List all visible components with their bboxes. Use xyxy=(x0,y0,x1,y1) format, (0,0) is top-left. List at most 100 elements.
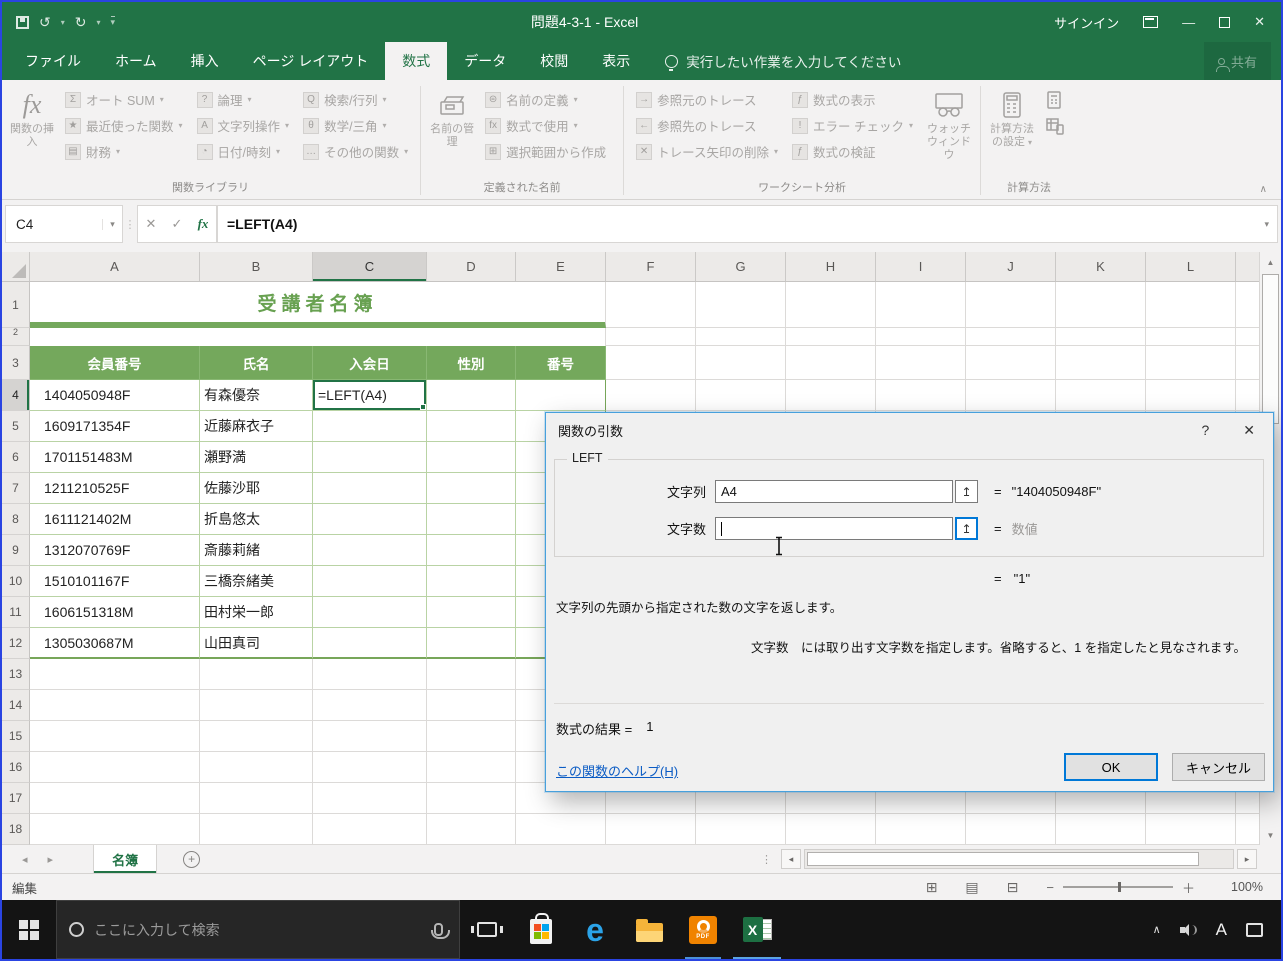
tell-me-box[interactable]: 実行したい作業を入力してください xyxy=(665,42,901,80)
fill-handle[interactable] xyxy=(420,404,426,410)
cell-member-id[interactable]: 1305030687M xyxy=(30,628,200,659)
cell-name[interactable]: 有森優奈 xyxy=(200,380,313,411)
cell[interactable] xyxy=(313,690,427,721)
cell-member-id[interactable]: 1510101167F xyxy=(30,566,200,597)
column-header[interactable]: H xyxy=(786,252,876,281)
calculate-now-button[interactable] xyxy=(1045,88,1065,111)
row-header[interactable]: 11 xyxy=(2,597,30,628)
close-button[interactable]: ✕ xyxy=(1254,14,1265,30)
task-view-button[interactable] xyxy=(460,900,514,959)
column-header[interactable]: G xyxy=(696,252,786,281)
sheet-title-cell[interactable]: 受講者名簿 xyxy=(30,282,606,328)
ribbon-tab[interactable]: 数式 xyxy=(385,42,447,80)
start-button[interactable] xyxy=(2,900,56,959)
cell[interactable] xyxy=(30,659,200,690)
ok-button[interactable]: OK xyxy=(1064,753,1158,781)
select-all-corner[interactable] xyxy=(2,252,30,281)
sheet-tab-active[interactable]: 名簿 xyxy=(93,845,157,873)
undo-dropdown-icon[interactable]: ▾ xyxy=(61,18,65,27)
vertical-scroll-thumb[interactable] xyxy=(1262,274,1279,424)
empty-merged-cell[interactable] xyxy=(30,328,606,346)
tab-splitter[interactable]: ⋮ xyxy=(761,853,772,866)
formula-input[interactable]: =LEFT(A4) ▾ xyxy=(217,205,1278,243)
table-header-cell[interactable]: 会員番号 xyxy=(30,346,200,380)
undo-icon[interactable]: ↺ xyxy=(39,14,51,31)
cell[interactable] xyxy=(427,752,516,783)
name-box[interactable]: C4 ▾ xyxy=(5,205,123,243)
customize-qat-icon[interactable]: ▾ xyxy=(111,16,116,28)
ribbon-button[interactable]: A文字列操作▾ xyxy=(197,114,290,137)
cell[interactable] xyxy=(427,442,516,473)
scroll-up-icon[interactable]: ▲ xyxy=(1260,252,1281,272)
ribbon-button[interactable]: ƒ数式の検証 xyxy=(792,140,913,163)
column-header[interactable]: K xyxy=(1056,252,1146,281)
restore-button[interactable] xyxy=(1219,17,1230,28)
cell[interactable] xyxy=(427,690,516,721)
row-header[interactable]: 9 xyxy=(2,535,30,566)
ribbon-button[interactable]: ƒ数式の表示 xyxy=(792,88,913,111)
ribbon-button[interactable]: ◔日付/時刻▾ xyxy=(197,140,290,163)
cell[interactable] xyxy=(313,597,427,628)
ribbon-button[interactable]: ←参照先のトレース xyxy=(636,114,778,137)
column-header[interactable]: L xyxy=(1146,252,1236,281)
file-explorer-button[interactable] xyxy=(622,900,676,959)
column-header[interactable]: B xyxy=(200,252,313,281)
cell-name[interactable]: 田村栄一郎 xyxy=(200,597,313,628)
ribbon-tab[interactable]: ホーム xyxy=(98,42,174,80)
cell[interactable] xyxy=(516,814,606,845)
cell[interactable] xyxy=(427,628,516,659)
hidden-icons-chevron[interactable]: ∧ xyxy=(1153,923,1161,936)
ribbon-button[interactable]: Σオート SUM▾ xyxy=(65,88,183,111)
cell[interactable] xyxy=(313,566,427,597)
column-header[interactable]: E xyxy=(516,252,606,281)
row-header[interactable]: 1 xyxy=(2,282,30,328)
grid-filler[interactable] xyxy=(606,282,1281,328)
save-icon[interactable] xyxy=(16,16,29,29)
range-picker-icon[interactable]: ↥ xyxy=(955,480,978,503)
active-cell-c4[interactable]: =LEFT(A4) xyxy=(313,380,427,411)
function-help-link[interactable]: この関数のヘルプ(H) xyxy=(556,761,678,780)
minimize-button[interactable]: — xyxy=(1182,15,1195,30)
cell[interactable] xyxy=(427,783,516,814)
ribbon-tab[interactable]: 表示 xyxy=(585,42,647,80)
cell[interactable] xyxy=(200,783,313,814)
ribbon-button[interactable]: fx数式で使用▾ xyxy=(485,114,611,137)
microphone-icon[interactable] xyxy=(434,923,443,936)
zoom-in-icon[interactable]: ＋ xyxy=(1182,878,1195,897)
cell[interactable] xyxy=(200,814,313,845)
range-picker-icon-focused[interactable]: ↥ xyxy=(955,517,978,540)
store-button[interactable] xyxy=(514,900,568,959)
cell-member-id[interactable]: 1606151318M xyxy=(30,597,200,628)
ribbon-tab[interactable]: データ xyxy=(447,42,523,80)
ribbon-button[interactable]: !エラー チェック▾ xyxy=(792,114,913,137)
ribbon-tab[interactable]: 校閲 xyxy=(523,42,585,80)
collapse-ribbon-icon[interactable]: ∧ xyxy=(1260,184,1267,195)
zoom-slider[interactable] xyxy=(1063,886,1173,888)
cell-name[interactable]: 折島悠太 xyxy=(200,504,313,535)
cell[interactable] xyxy=(427,814,516,845)
confirm-entry-icon[interactable]: ✓ xyxy=(164,216,190,232)
cell[interactable] xyxy=(313,504,427,535)
table-header-cell[interactable]: 番号 xyxy=(516,346,606,380)
cell[interactable] xyxy=(313,411,427,442)
row-header[interactable]: 16 xyxy=(2,752,30,783)
cancel-entry-icon[interactable]: ✕ xyxy=(138,216,164,232)
cell[interactable] xyxy=(427,380,516,411)
scroll-left-icon[interactable]: ◂ xyxy=(781,849,801,869)
taskbar-search-input[interactable]: ここに入力して検索 xyxy=(56,900,460,959)
cell[interactable] xyxy=(313,659,427,690)
page-layout-view-icon[interactable]: ▤ xyxy=(965,879,978,896)
ribbon-button[interactable]: θ数学/三角▾ xyxy=(303,114,408,137)
row-header[interactable]: 15 xyxy=(2,721,30,752)
ribbon-button[interactable]: ▤財務▾ xyxy=(65,140,183,163)
cell-name[interactable]: 斎藤莉緒 xyxy=(200,535,313,566)
cell[interactable] xyxy=(427,597,516,628)
ribbon-tab[interactable]: 挿入 xyxy=(174,42,236,80)
grid-filler[interactable] xyxy=(606,380,1281,411)
next-sheet-icon[interactable]: ▸ xyxy=(48,853,54,866)
dialog-close-icon[interactable]: ✕ xyxy=(1243,422,1255,439)
row-header[interactable]: 2 xyxy=(2,328,30,346)
column-header[interactable]: J xyxy=(966,252,1056,281)
cell-name[interactable]: 三橋奈緒美 xyxy=(200,566,313,597)
row-header[interactable]: 13 xyxy=(2,659,30,690)
